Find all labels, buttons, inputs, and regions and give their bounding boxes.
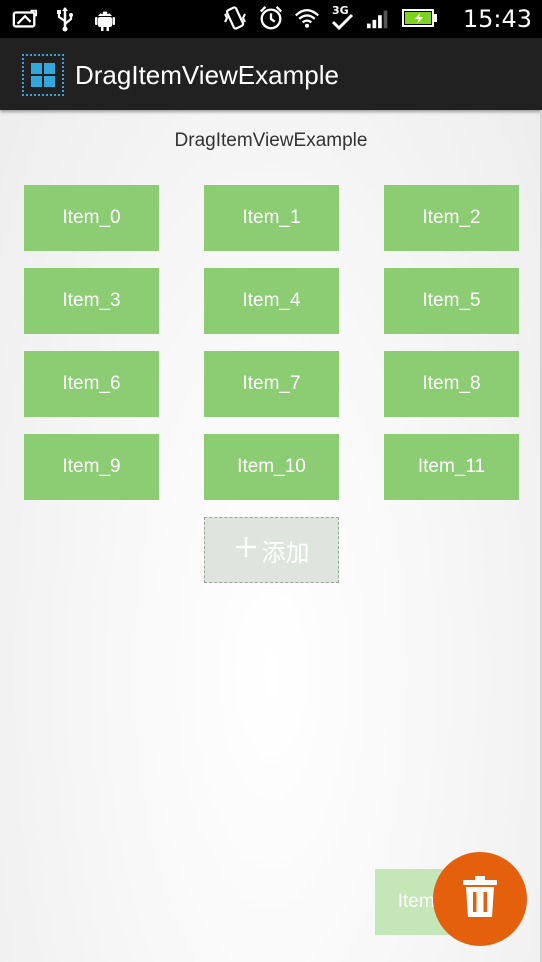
screen: 3G 15:43 DragItemViewExample DragItemVie…: [0, 0, 542, 962]
grid-item[interactable]: Item_0: [24, 185, 159, 251]
page-heading: DragItemViewExample: [174, 130, 368, 151]
status-bar: 3G 15:43: [0, 0, 542, 38]
grid-item[interactable]: Item_2: [384, 185, 519, 251]
grid-item[interactable]: Item_9: [24, 434, 159, 500]
3g-icon: 3G: [330, 4, 356, 32]
vibrate-icon: [222, 4, 248, 32]
system-icons: 3G: [222, 4, 438, 32]
plus-icon: [234, 535, 258, 566]
grid-item[interactable]: Item_5: [384, 268, 519, 334]
usb-icon: [52, 5, 78, 33]
signal-icon: [366, 4, 392, 32]
add-item-button[interactable]: 添加: [204, 517, 339, 583]
add-item-label: 添加: [261, 539, 310, 567]
grid-item[interactable]: Item_8: [384, 351, 519, 417]
grid-item[interactable]: Item_10: [204, 434, 339, 500]
grid-item[interactable]: Item_11: [384, 434, 519, 500]
android-debug-icon: [92, 5, 118, 33]
svg-text:3G: 3G: [332, 4, 349, 17]
wifi-icon: [294, 4, 320, 32]
grid-item[interactable]: Item_4: [204, 268, 339, 334]
grid-item[interactable]: Item_1: [204, 185, 339, 251]
screenshot-icon: [12, 5, 38, 33]
grid-app-icon[interactable]: [22, 54, 64, 96]
trash-icon: [462, 875, 498, 924]
app-title: DragItemViewExample: [75, 60, 339, 90]
delete-drop-target[interactable]: [433, 852, 527, 946]
notification-icons: [12, 5, 118, 33]
action-bar: DragItemViewExample: [0, 38, 542, 110]
alarm-icon: [258, 4, 284, 32]
grid-item[interactable]: Item_6: [24, 351, 159, 417]
grid-item[interactable]: Item_3: [24, 268, 159, 334]
clock: 15:43: [462, 5, 532, 33]
battery-icon: [402, 4, 438, 32]
grid-item[interactable]: Item_7: [204, 351, 339, 417]
